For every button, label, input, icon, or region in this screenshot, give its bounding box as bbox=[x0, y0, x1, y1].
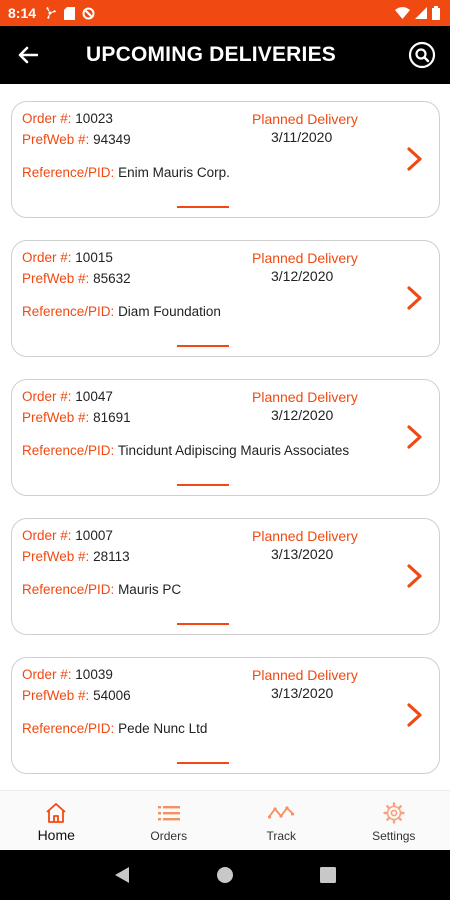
reference-label: Reference/PID: bbox=[22, 304, 115, 319]
order-number: 10015 bbox=[75, 250, 113, 265]
prefweb-number: 85632 bbox=[93, 271, 131, 286]
card-divider bbox=[177, 345, 229, 347]
delivery-card[interactable]: Order #: 10015 PrefWeb #: 85632 Referenc… bbox=[11, 240, 440, 357]
status-bar: 8:14 bbox=[0, 0, 450, 26]
card-divider bbox=[177, 623, 229, 625]
chevron-right-icon bbox=[407, 286, 422, 310]
bottom-nav: Home Orders Track Settings bbox=[0, 790, 450, 850]
fan-icon bbox=[43, 6, 57, 20]
nav-orders-label: Orders bbox=[150, 829, 188, 843]
prefweb-number: 28113 bbox=[93, 549, 130, 564]
reference-label: Reference/PID: bbox=[22, 165, 115, 180]
order-label: Order #: bbox=[22, 528, 72, 543]
reference-value: Enim Mauris Corp. bbox=[118, 165, 230, 180]
planned-delivery-label: Planned Delivery bbox=[252, 250, 358, 266]
prefweb-number: 94349 bbox=[93, 132, 131, 147]
chevron-right-icon bbox=[407, 147, 422, 171]
planned-delivery-date: 3/13/2020 bbox=[271, 546, 334, 562]
nav-orders[interactable]: Orders bbox=[113, 791, 226, 850]
prefweb-label: PrefWeb #: bbox=[22, 271, 90, 286]
delivery-card[interactable]: Order #: 10023 PrefWeb #: 94349 Referenc… bbox=[11, 101, 440, 218]
nav-track-label: Track bbox=[266, 829, 297, 843]
planned-delivery-label: Planned Delivery bbox=[252, 528, 358, 544]
page-title: UPCOMING DELIVERIES bbox=[86, 43, 336, 66]
arrow-left-icon bbox=[18, 46, 38, 64]
nav-settings[interactable]: Settings bbox=[338, 791, 450, 850]
square-recents-icon bbox=[320, 867, 337, 883]
planned-delivery-date: 3/11/2020 bbox=[271, 129, 333, 145]
search-button[interactable] bbox=[394, 26, 450, 84]
system-recents-button[interactable] bbox=[308, 855, 348, 895]
back-button[interactable] bbox=[0, 26, 56, 84]
reference-value: Pede Nunc Ltd bbox=[118, 721, 208, 736]
search-icon bbox=[408, 41, 436, 69]
triangle-back-icon bbox=[114, 867, 129, 883]
order-number: 10039 bbox=[75, 667, 113, 682]
home-icon bbox=[46, 803, 66, 823]
planned-delivery-label: Planned Delivery bbox=[252, 111, 358, 127]
planned-delivery-label: Planned Delivery bbox=[252, 667, 358, 683]
card-divider bbox=[177, 206, 229, 208]
prefweb-number: 81691 bbox=[93, 410, 131, 425]
sd-card-icon bbox=[64, 6, 76, 20]
order-label: Order #: bbox=[22, 250, 72, 265]
card-divider bbox=[177, 762, 229, 764]
battery-icon bbox=[432, 6, 440, 20]
reference-label: Reference/PID: bbox=[22, 582, 115, 597]
prefweb-label: PrefWeb #: bbox=[22, 688, 90, 703]
nav-home-label: Home bbox=[37, 827, 75, 843]
planned-delivery-date: 3/12/2020 bbox=[271, 407, 334, 423]
order-number: 10007 bbox=[75, 528, 113, 543]
delivery-card[interactable]: Order #: 10007 PrefWeb #: 28113 Referenc… bbox=[11, 518, 440, 635]
gear-icon bbox=[383, 802, 405, 824]
status-time: 8:14 bbox=[8, 5, 37, 21]
chevron-right-icon bbox=[407, 425, 422, 449]
wifi-icon bbox=[395, 7, 410, 19]
circle-home-icon bbox=[216, 867, 233, 883]
nav-track[interactable]: Track bbox=[225, 791, 338, 850]
chevron-right-icon bbox=[407, 564, 422, 588]
planned-delivery-label: Planned Delivery bbox=[252, 389, 358, 405]
signal-icon bbox=[415, 7, 427, 19]
planned-delivery-date: 3/12/2020 bbox=[271, 268, 334, 284]
system-home-button[interactable] bbox=[205, 855, 245, 895]
delivery-card[interactable]: Order #: 10039 PrefWeb #: 54006 Referenc… bbox=[11, 657, 440, 774]
app-bar: UPCOMING DELIVERIES bbox=[0, 26, 450, 84]
system-back-button[interactable] bbox=[102, 855, 142, 895]
system-nav-bar bbox=[0, 850, 450, 900]
prefweb-label: PrefWeb #: bbox=[22, 132, 90, 147]
order-label: Order #: bbox=[22, 389, 72, 404]
reference-value: Diam Foundation bbox=[118, 304, 221, 319]
card-divider bbox=[177, 484, 229, 486]
reference-label: Reference/PID: bbox=[22, 721, 115, 736]
order-number: 10023 bbox=[75, 111, 113, 126]
reference-label: Reference/PID: bbox=[22, 443, 115, 458]
delivery-list: Order #: 10023 PrefWeb #: 94349 Referenc… bbox=[0, 84, 450, 790]
chevron-right-icon bbox=[407, 703, 422, 727]
nav-settings-label: Settings bbox=[372, 829, 416, 843]
no-sync-icon bbox=[82, 7, 95, 20]
prefweb-number: 54006 bbox=[93, 688, 131, 703]
list-icon bbox=[157, 806, 180, 821]
order-number: 10047 bbox=[75, 389, 113, 404]
track-icon bbox=[268, 806, 295, 819]
order-label: Order #: bbox=[22, 111, 72, 126]
delivery-card[interactable]: Order #: 10047 PrefWeb #: 81691 Referenc… bbox=[11, 379, 440, 496]
prefweb-label: PrefWeb #: bbox=[22, 410, 90, 425]
prefweb-label: PrefWeb #: bbox=[22, 549, 90, 564]
reference-value: Mauris PC bbox=[118, 582, 182, 597]
nav-home[interactable]: Home bbox=[0, 791, 113, 850]
order-label: Order #: bbox=[22, 667, 72, 682]
planned-delivery-date: 3/13/2020 bbox=[271, 685, 334, 701]
reference-value: Tincidunt Adipiscing Mauris Associates bbox=[117, 443, 350, 458]
